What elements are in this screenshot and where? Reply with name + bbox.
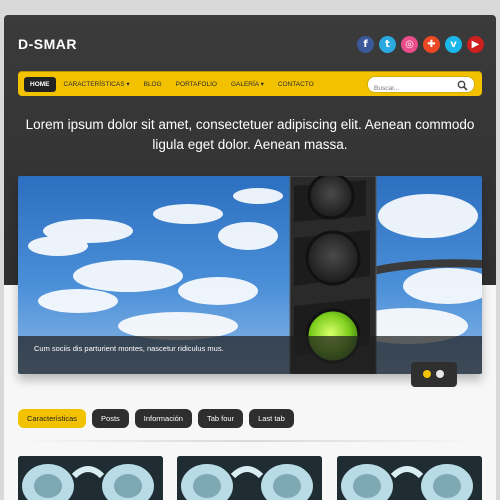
- tab-caracteristicas[interactable]: Características: [18, 409, 87, 428]
- search-icon[interactable]: [457, 78, 468, 96]
- facebook-icon[interactable]: f: [357, 36, 374, 53]
- content-tabs: Características Posts Información Tab fo…: [18, 409, 294, 428]
- slider-dot-1[interactable]: [423, 370, 431, 378]
- slider-dot-2[interactable]: [436, 370, 444, 378]
- gallery-thumbnail-1[interactable]: [18, 456, 163, 500]
- vimeo-icon[interactable]: v: [445, 36, 462, 53]
- slider-dots: [411, 362, 457, 387]
- twitter-icon[interactable]: t: [379, 36, 396, 53]
- nav-item-blog[interactable]: BLOG: [138, 77, 168, 92]
- search-input[interactable]: [372, 81, 456, 96]
- hero-slider[interactable]: Cum sociis dis parturient montes, nascet…: [18, 176, 482, 374]
- divider: [18, 440, 482, 442]
- nav-item-galeria[interactable]: GALERÍA ▾: [225, 76, 270, 92]
- social-icons: f t ◎ ✚ v ▶: [357, 36, 484, 53]
- earphones-image: [177, 456, 322, 500]
- earphones-image: [337, 456, 482, 500]
- nav-item-portafolio[interactable]: PORTAFOLIO: [170, 77, 223, 92]
- tab-four[interactable]: Tab four: [197, 409, 244, 428]
- nav-item-home[interactable]: HOME: [24, 76, 56, 92]
- earphones-image: [18, 456, 163, 500]
- site-logo[interactable]: D-SMAR: [18, 36, 77, 52]
- gallery-thumbnail-2[interactable]: [177, 456, 322, 500]
- tab-last[interactable]: Last tab: [249, 409, 294, 428]
- tab-posts[interactable]: Posts: [92, 409, 129, 428]
- nav-item-caracteristicas[interactable]: CARACTERÍSTICAS ▾: [58, 76, 136, 92]
- stumbleupon-icon[interactable]: ✚: [423, 36, 440, 53]
- slider-caption: Cum sociis dis parturient montes, nascet…: [34, 344, 224, 353]
- page-headline: Lorem ipsum dolor sit amet, consectetuer…: [25, 117, 475, 152]
- search-box: [367, 76, 475, 96]
- gallery-thumbnail-3[interactable]: [337, 456, 482, 500]
- nav-item-contacto[interactable]: CONTACTO: [272, 77, 320, 92]
- dribbble-icon[interactable]: ◎: [401, 36, 418, 53]
- tab-informacion[interactable]: Información: [134, 409, 192, 428]
- youtube-icon[interactable]: ▶: [467, 36, 484, 53]
